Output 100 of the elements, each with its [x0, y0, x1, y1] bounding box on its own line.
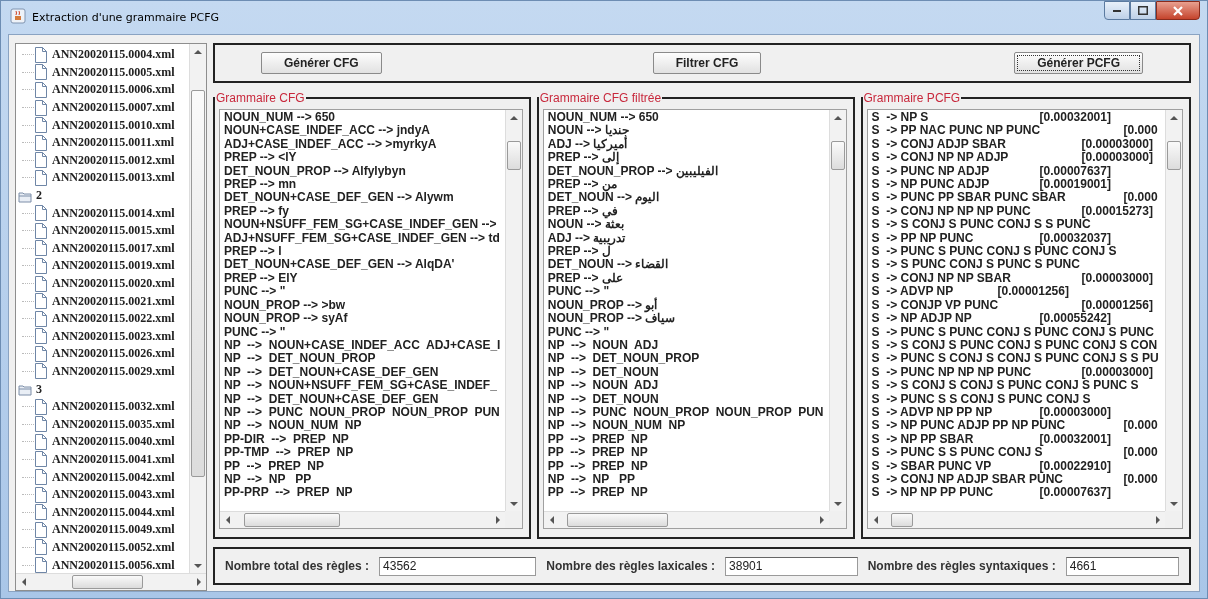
grammar-rule: NP --> NOUN+NSUFF_FEM_SG+CASE_INDEF_: [224, 379, 497, 393]
horizontal-scrollbar[interactable]: [543, 511, 829, 528]
grammar-rule: NP --> DET_NOUN_PROP: [547, 352, 700, 366]
tree-item[interactable]: ANN20020115.0017.xml: [16, 239, 189, 258]
grammar-rule: S -> PP NAC PUNC NP PUNC [0.000: [871, 124, 1158, 138]
minimize-button[interactable]: [1104, 1, 1130, 20]
tree-item[interactable]: ANN20020115.0035.xml: [16, 415, 189, 434]
tree-item[interactable]: ANN20020115.0005.xml: [16, 63, 189, 82]
grammar-rule: S -> PUNC S PUNC CONJ S PUNC CONJ S: [871, 245, 1117, 259]
minimize-icon: [1113, 9, 1121, 12]
count-field[interactable]: 4661: [1065, 556, 1179, 576]
tree-item[interactable]: ANN20020115.0021.xml: [16, 292, 189, 310]
tree-item[interactable]: ANN20020115.0032.xml: [16, 397, 189, 416]
grammar-rule: S -> S CONJ S CONJ S PUNC CONJ S PUNC S: [871, 379, 1139, 393]
tree-item[interactable]: ANN20020115.0042.xml: [16, 468, 189, 486]
file-icon: [34, 257, 48, 274]
grammar-rule: NP --> NOUN_NUM NP: [547, 419, 686, 433]
tree-item[interactable]: ANN20020115.0007.xml: [16, 98, 189, 117]
tree-item[interactable]: ANN20020115.0014.xml: [16, 204, 189, 222]
tree-item[interactable]: ANN20020115.0006.xml: [16, 81, 189, 99]
tree-folder[interactable]: 2: [16, 186, 189, 205]
grammar-rule: S -> PP NP PUNC [0.00032037]: [871, 231, 1111, 246]
grammar-rule: S -> CONJ NP NP ADJP [0.00003000]: [871, 151, 1153, 165]
grammar-rule: PREP --> من: [547, 178, 617, 192]
action-button[interactable]: Générer CFG: [261, 52, 382, 74]
tree-item[interactable]: ANN20020115.0022.xml: [16, 309, 189, 328]
scrollbar-thumb[interactable]: [1167, 140, 1181, 171]
grammar-rule: DET_NOUN --> القضاء: [547, 258, 669, 272]
grammar-rule: PP-PRP --> PREP NP: [224, 486, 353, 500]
file-icon: [34, 557, 48, 573]
count-label: Nombre des règles laxicales :: [546, 559, 716, 573]
file-icon: [34, 222, 48, 239]
horizontal-scrollbar[interactable]: [220, 511, 505, 528]
grammar-rule: NOUN_PROP --> >bw: [224, 298, 346, 313]
file-icon: [34, 539, 48, 556]
tree-item[interactable]: ANN20020115.0015.xml: [16, 221, 189, 240]
vertical-scrollbar[interactable]: [828, 110, 846, 511]
tree-folder[interactable]: 3: [16, 380, 189, 398]
grammar-rule: NOUN_PROP --> أبو: [547, 298, 658, 313]
tree-item[interactable]: ANN20020115.0020.xml: [16, 274, 189, 293]
grammar-rule: S -> NP PUNC ADJP [0.00019001]: [871, 178, 1111, 192]
tree-item[interactable]: ANN20020115.0010.xml: [16, 116, 189, 134]
file-icon: [34, 398, 48, 415]
grammar-rule: S -> PUNC S CONJ S CONJ S PUNC CONJ S S PU: [871, 352, 1159, 366]
horizontal-scrollbar[interactable]: [16, 573, 206, 590]
count-field[interactable]: 38901: [725, 556, 858, 576]
grammar-rule: PREP --> إلى: [547, 151, 619, 165]
maximize-button[interactable]: [1130, 1, 1156, 20]
file-icon: [34, 99, 48, 116]
horizontal-scrollbar[interactable]: [867, 511, 1165, 528]
tree-item[interactable]: ANN20020115.0043.xml: [16, 485, 189, 504]
vertical-scrollbar[interactable]: [1165, 110, 1182, 511]
grammar-rule: PREP --> في: [547, 204, 618, 219]
scrollbar-thumb[interactable]: [567, 513, 669, 527]
grammar-rule: S -> S PUNC CONJ S PUNC S PUNC: [871, 258, 1080, 272]
tree-item[interactable]: ANN20020115.0019.xml: [16, 257, 189, 275]
grammar-rule: NP --> PUNC NOUN_PROP NOUN_PROP PUN: [547, 405, 824, 420]
grammar-rule: PP --> PREP NP: [547, 432, 648, 447]
scrollbar-thumb[interactable]: [243, 513, 340, 527]
grammar-rule: S -> NP PUNC ADJP PP NP PUNC [0.000: [871, 419, 1158, 433]
grammar-rule: S -> PUNC S S CONJ S PUNC CONJ S: [871, 392, 1091, 406]
grammar-rule: DET_NOUN_PROP --> Alfylybyn: [224, 164, 406, 179]
grammar-rule: PP --> PREP NP: [224, 459, 324, 473]
vertical-scrollbar[interactable]: [504, 110, 522, 511]
count-field[interactable]: 43562: [379, 556, 537, 576]
grammar-rule: NP --> DET_NOUN: [547, 365, 659, 380]
scrollbar-thumb[interactable]: [506, 140, 521, 171]
file-icon: [34, 134, 48, 151]
grammar-rule: PUNC --> ": [224, 285, 286, 299]
file-icon: [34, 363, 48, 380]
scrollbar-thumb[interactable]: [71, 575, 143, 589]
action-button[interactable]: Générer PCFG: [1014, 52, 1143, 74]
close-button[interactable]: [1156, 1, 1200, 20]
tree-item[interactable]: ANN20020115.0029.xml: [16, 362, 189, 381]
tree-item[interactable]: ANN20020115.0056.xml: [16, 556, 189, 573]
scrollbar-thumb[interactable]: [191, 89, 205, 478]
tree-item[interactable]: ANN20020115.0012.xml: [16, 151, 189, 170]
file-icon: [34, 451, 48, 468]
tree-item[interactable]: ANN20020115.0044.xml: [16, 503, 189, 522]
grammar-rule: NP --> NOUN_NUM NP: [224, 419, 362, 433]
file-icon: [34, 310, 48, 327]
tree-item[interactable]: ANN20020115.0041.xml: [16, 450, 189, 469]
action-button[interactable]: Filtrer CFG: [652, 52, 762, 74]
file-icon: [34, 64, 48, 81]
grammar-rule: S -> ADVP NP [0.00001256]: [871, 285, 1069, 299]
grammar-rule: NOUN+NSUFF_FEM_SG+CASE_INDEF_GEN -->: [224, 218, 497, 232]
tree-item[interactable]: ANN20020115.0052.xml: [16, 538, 189, 557]
vertical-scrollbar[interactable]: [189, 44, 206, 573]
tree-item[interactable]: ANN20020115.0004.xml: [16, 46, 189, 64]
tree-item[interactable]: ANN20020115.0049.xml: [16, 521, 189, 539]
scrollbar-thumb[interactable]: [891, 513, 913, 527]
scrollbar-thumb[interactable]: [830, 140, 845, 171]
panel-title: Grammaire CFG: [215, 93, 306, 105]
tree-item[interactable]: ANN20020115.0026.xml: [16, 345, 189, 363]
tree-item[interactable]: ANN20020115.0011.xml: [16, 133, 189, 152]
tree-item[interactable]: ANN20020115.0023.xml: [16, 327, 189, 346]
tree-item[interactable]: ANN20020115.0040.xml: [16, 433, 189, 451]
grammar-rule: PREP --> mn: [224, 178, 297, 192]
file-icon: [34, 521, 48, 538]
tree-item[interactable]: ANN20020115.0013.xml: [16, 169, 189, 187]
